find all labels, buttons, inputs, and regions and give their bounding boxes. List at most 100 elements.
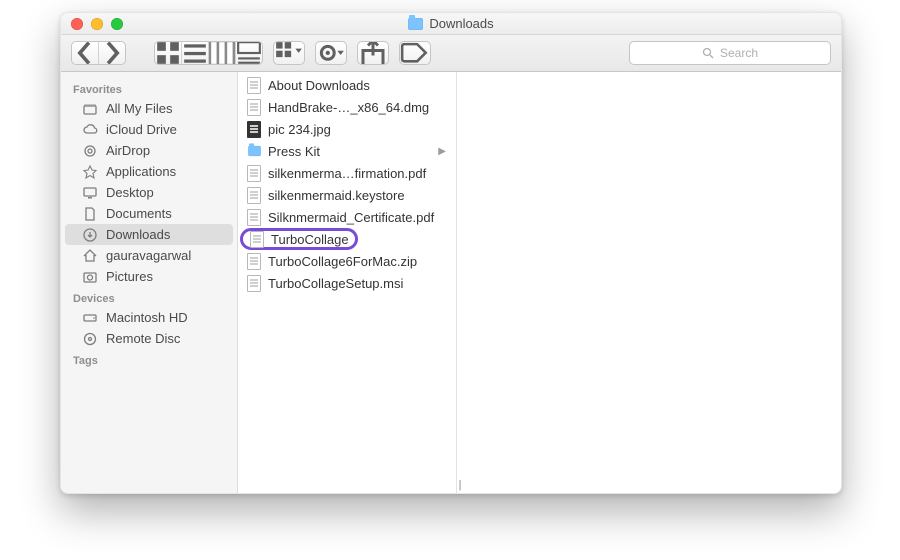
pdf-icon [246,165,262,181]
image-icon [246,121,262,137]
view-column-mode[interactable] [208,42,235,64]
file-label: TurboCollage [271,232,349,247]
toolbar: Search [61,35,841,72]
file-label: Silknmermaid_Certificate.pdf [268,210,434,225]
forward-button[interactable] [98,42,125,64]
arrange-menu[interactable] [273,41,305,65]
sidebar-item-home[interactable]: gauravagarwal [65,245,233,266]
remote-disc-icon [81,332,98,346]
share-icon [358,42,388,64]
folder-icon [246,143,262,159]
desktop-icon [81,186,98,200]
sidebar-item-label: gauravagarwal [106,248,191,263]
disk-image-icon [246,99,262,115]
sidebar-item-documents[interactable]: Documents [65,203,233,224]
annotation-circle: TurboCollage [240,228,358,250]
action-menu[interactable] [315,41,347,65]
archive-icon [246,253,262,269]
sidebar-header-devices: Devices [61,287,237,307]
window-title-text: Downloads [429,16,493,31]
file-row[interactable]: HandBrake-…_x86_64.dmg [238,96,456,118]
file-label: About Downloads [268,78,370,93]
keystore-icon [246,187,262,203]
sidebar-item-label: iCloud Drive [106,122,177,137]
icloud-drive-icon [81,123,98,137]
applications-icon [81,165,98,179]
sidebar-header-tags: Tags [61,349,237,369]
finder-window: Downloads [60,12,842,494]
file-label: silkenmermaid.keystore [268,188,405,203]
sidebar-item-applications[interactable]: Applications [65,161,233,182]
sidebar-item-label: Desktop [106,185,154,200]
airdrop-icon [81,144,98,158]
sidebar-item-desktop[interactable]: Desktop [65,182,233,203]
home-icon [81,249,98,263]
folder-icon [408,18,423,30]
search-icon [702,47,714,59]
sidebar-item-label: Pictures [106,269,153,284]
search-field[interactable]: Search [629,41,831,65]
sidebar-item-icloud-drive[interactable]: iCloud Drive [65,119,233,140]
arrange-icon [274,42,304,64]
sidebar-item-label: All My Files [106,101,172,116]
sidebar-item-label: Remote Disc [106,331,180,346]
window-title: Downloads [61,16,841,31]
tags-button[interactable] [399,41,431,65]
search-placeholder: Search [720,46,758,60]
sidebar-item-pictures[interactable]: Pictures [65,266,233,287]
share-button[interactable] [357,41,389,65]
application-icon [249,231,265,247]
internal-disk-icon [81,311,98,325]
pictures-icon [81,270,98,284]
file-row[interactable]: TurboCollageSetup.msi [238,272,456,294]
file-row[interactable]: TurboCollage6ForMac.zip [238,250,456,272]
file-row[interactable]: Silknmermaid_Certificate.pdf [238,206,456,228]
file-row[interactable]: About Downloads [238,74,456,96]
sidebar-item-label: AirDrop [106,143,150,158]
sidebar-item-label: Downloads [106,227,170,242]
sidebar-item-label: Applications [106,164,176,179]
sidebar-item-macintosh-hd[interactable]: Macintosh HD [65,307,233,328]
document-icon [246,77,262,93]
file-label: TurboCollageSetup.msi [268,276,403,291]
file-label: silkenmerma…firmation.pdf [268,166,426,181]
all-my-files-icon [81,102,98,116]
chevron-right-icon: ▶ [438,146,446,157]
fullscreen-button[interactable] [111,18,123,30]
downloads-icon [81,228,98,242]
traffic-lights [61,18,123,30]
file-column: About Downloads HandBrake-…_x86_64.dmg p… [238,72,457,493]
tag-icon [400,42,430,64]
sidebar-item-all-my-files[interactable]: All My Files [65,98,233,119]
finder-body: Favorites All My Files iCloud Drive AirD… [61,72,841,493]
view-mode-segment [154,41,263,65]
sidebar-item-airdrop[interactable]: AirDrop [65,140,233,161]
gear-icon [316,42,346,64]
sidebar-item-label: Documents [106,206,172,221]
file-row[interactable]: silkenmerma…firmation.pdf [238,162,456,184]
close-button[interactable] [71,18,83,30]
file-label: pic 234.jpg [268,122,331,137]
view-list-mode[interactable] [181,42,208,64]
file-row[interactable]: Press Kit ▶ [238,140,456,162]
minimize-button[interactable] [91,18,103,30]
sidebar-item-downloads[interactable]: Downloads [65,224,233,245]
view-icon-mode[interactable] [155,42,181,64]
preview-column [457,72,841,493]
installer-icon [246,275,262,291]
view-coverflow-mode[interactable] [235,42,262,64]
back-button[interactable] [72,42,98,64]
sidebar-item-label: Macintosh HD [106,310,188,325]
file-row[interactable]: silkenmermaid.keystore [238,184,456,206]
sidebar-item-remote-disc[interactable]: Remote Disc [65,328,233,349]
file-row[interactable]: pic 234.jpg [238,118,456,140]
nav-back-forward [71,41,126,65]
file-row-turbocollage[interactable]: TurboCollage [238,228,456,250]
titlebar: Downloads [61,13,841,35]
documents-icon [81,207,98,221]
file-label: HandBrake-…_x86_64.dmg [268,100,429,115]
file-label: Press Kit [268,144,320,159]
column-resize-handle[interactable]: || [458,479,460,491]
sidebar: Favorites All My Files iCloud Drive AirD… [61,72,238,493]
file-label: TurboCollage6ForMac.zip [268,254,417,269]
